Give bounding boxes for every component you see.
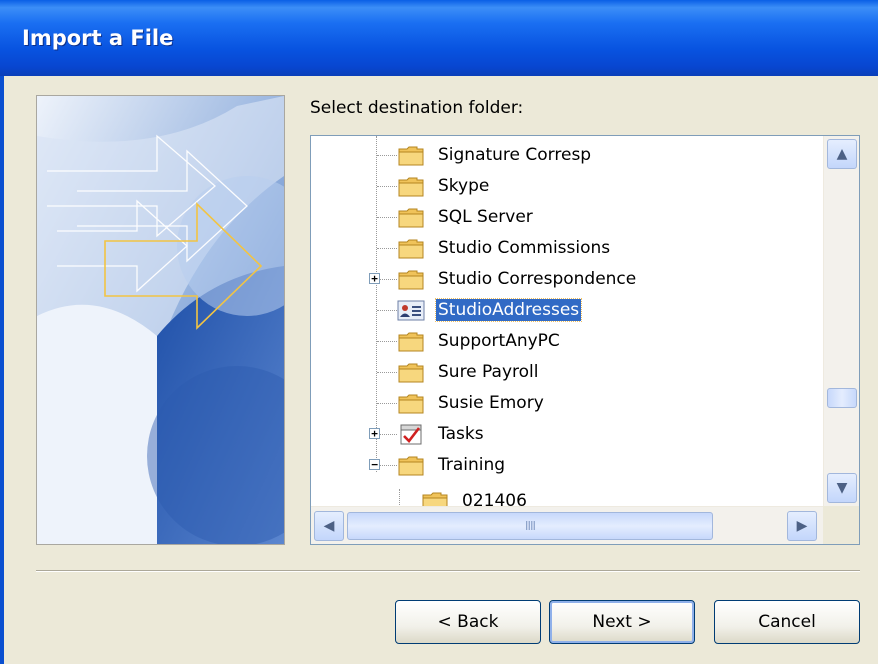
tree-item-label: Signature Corresp	[438, 145, 592, 165]
expand-toggle[interactable]: +	[369, 273, 380, 284]
tree-item[interactable]: SQL Server	[311, 202, 805, 233]
scroll-left-button[interactable]: ◀	[314, 511, 344, 541]
scroll-down-button[interactable]: ▼	[827, 473, 857, 503]
tree-item[interactable]: Sure Payroll	[311, 357, 805, 388]
tree-item-label: Sure Payroll	[438, 362, 539, 382]
horizontal-scroll-thumb[interactable]: IIII	[347, 512, 713, 540]
chevron-up-icon: ▲	[836, 146, 848, 162]
tree-item-label: Susie Emory	[438, 393, 544, 413]
scroll-up-button[interactable]: ▲	[827, 139, 857, 169]
tree-item-label: StudioAddresses	[434, 298, 583, 322]
tree-item-label: 021406	[462, 491, 527, 506]
folder-icon	[398, 146, 424, 166]
tree-item-label: SupportAnyPC	[438, 331, 560, 351]
contacts-folder-icon	[397, 300, 425, 321]
wizard-banner-image	[36, 95, 285, 545]
tree-item[interactable]: Signature Corresp	[311, 140, 805, 171]
tasks-icon	[400, 424, 422, 445]
back-button[interactable]: < Back	[395, 600, 541, 644]
folder-icon	[398, 270, 424, 290]
folder-icon	[398, 208, 424, 228]
tree-item-label: Studio Commissions	[438, 238, 611, 258]
scroll-right-button[interactable]: ▶	[787, 511, 817, 541]
window-frame	[0, 76, 4, 664]
tree-item-label: Skype	[438, 176, 490, 196]
tree-item-label: Training	[438, 455, 506, 475]
chevron-down-icon: ▼	[836, 480, 848, 496]
cancel-button[interactable]: Cancel	[714, 600, 860, 644]
tree-item-label: SQL Server	[438, 207, 533, 227]
divider	[36, 570, 860, 572]
chevron-left-icon: ◀	[323, 518, 335, 534]
folder-icon	[398, 239, 424, 259]
folder-tree-view[interactable]: Signature Corresp Skype SQL Server Studi…	[311, 136, 805, 506]
horizontal-scrollbar[interactable]: ◀ IIII ▶	[311, 506, 823, 544]
chevron-right-icon: ▶	[796, 518, 808, 534]
title-bar[interactable]: Import a File	[0, 0, 878, 76]
tree-item[interactable]: − Training	[311, 450, 805, 481]
tree-item[interactable]: + Tasks	[311, 419, 805, 450]
next-button[interactable]: Next >	[549, 600, 695, 644]
tree-item[interactable]: Studio Commissions	[311, 233, 805, 264]
tree-item[interactable]: Susie Emory	[311, 388, 805, 419]
destination-folder-label: Select destination folder:	[310, 98, 524, 118]
tree-item-label: Tasks	[438, 424, 484, 444]
tree-item-selected[interactable]: StudioAddresses	[311, 295, 805, 326]
window-title: Import a File	[22, 26, 174, 50]
vertical-scroll-thumb[interactable]	[827, 388, 857, 408]
scrollbar-corner	[823, 506, 859, 544]
folder-icon	[398, 394, 424, 414]
folder-tree[interactable]: Signature Corresp Skype SQL Server Studi…	[310, 135, 860, 545]
tree-item[interactable]: + Studio Correspondence	[311, 264, 805, 295]
tree-item[interactable]: Skype	[311, 171, 805, 202]
vertical-scrollbar[interactable]: ▲ ▼	[823, 136, 859, 506]
folder-icon	[398, 177, 424, 197]
scroll-grip: IIII	[524, 519, 536, 533]
folder-icon	[422, 492, 448, 506]
collapse-toggle[interactable]: −	[369, 459, 380, 470]
folder-icon	[398, 332, 424, 352]
folder-icon	[398, 363, 424, 383]
folder-icon	[398, 456, 424, 476]
tree-item-label: Studio Correspondence	[438, 269, 637, 289]
tree-item[interactable]: SupportAnyPC	[311, 326, 805, 357]
tree-item[interactable]: 021406	[335, 486, 805, 506]
expand-toggle[interactable]: +	[369, 428, 380, 439]
